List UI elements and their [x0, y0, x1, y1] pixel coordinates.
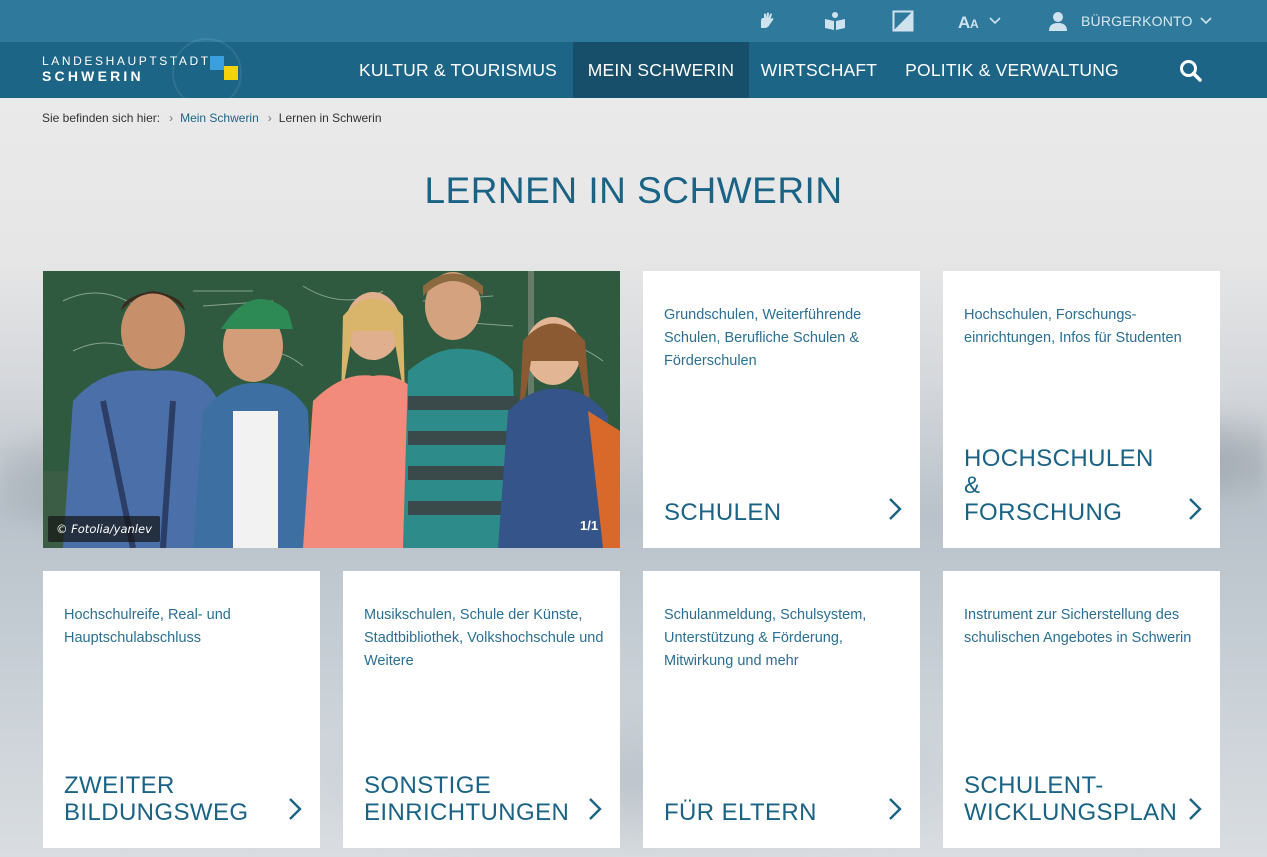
- account-label: BÜRGERKONTO: [1081, 13, 1193, 29]
- page-title: LERNEN IN SCHWERIN: [424, 170, 843, 211]
- nav-item-kultur-tourismus[interactable]: KULTUR & TOURISMUS: [345, 42, 571, 98]
- svg-text:A: A: [970, 17, 979, 31]
- nav-item-mein-schwerin[interactable]: MEIN SCHWERIN: [573, 42, 749, 98]
- nav-item-wirtschaft[interactable]: WIRTSCHAFT: [751, 42, 887, 98]
- chevron-right-icon: [289, 798, 302, 820]
- card-hochschulen-forschung[interactable]: Hochschulen, Forschungs-einrichtungen, I…: [943, 271, 1220, 548]
- easy-read-icon[interactable]: [822, 0, 848, 42]
- utility-bar: AA BÜRGERKONTO: [0, 0, 1267, 42]
- site-logo[interactable]: LANDESHAUPTSTADT SCHWERIN: [42, 38, 252, 108]
- chevron-right-icon: ›: [169, 111, 174, 125]
- card-description: Grundschulen, Weiterführende Schulen, Be…: [664, 307, 862, 369]
- card-description: Musikschulen, Schule der Künste, Stadtbi…: [364, 607, 604, 669]
- card-description: Hochschulen, Forschungs-einrichtungen, I…: [964, 307, 1182, 346]
- breadcrumb-link-mein-schwerin[interactable]: Mein Schwerin: [180, 111, 259, 125]
- card-title: SCHULEN: [664, 499, 782, 526]
- chevron-right-icon: ›: [267, 111, 272, 125]
- card-title: SCHULENT- WICKLUNGSPLAN: [964, 772, 1178, 826]
- breadcrumb-prefix: Sie befinden sich hier:: [42, 111, 161, 125]
- logo-line-1: LANDESHAUPTSTADT: [42, 54, 211, 68]
- logo-mark-icon: [210, 56, 238, 80]
- card-schulen[interactable]: Grundschulen, Weiterführende Schulen, Be…: [643, 271, 920, 548]
- search-icon[interactable]: [1176, 56, 1206, 86]
- account-menu[interactable]: BÜRGERKONTO: [1047, 0, 1213, 42]
- svg-text:A: A: [958, 13, 970, 31]
- card-sonstige-einrichtungen[interactable]: Musikschulen, Schule der Künste, Stadtbi…: [343, 571, 620, 848]
- card-description: Schulanmeldung, Schulsystem, Unterstützu…: [664, 607, 867, 669]
- card-title: SONSTIGE EINRICHTUNGEN: [364, 772, 570, 826]
- chevron-right-icon: [889, 498, 902, 520]
- slide-counter: 1/1: [580, 518, 599, 533]
- nav-item-politik-verwaltung[interactable]: POLITIK & VERWALTUNG: [889, 42, 1135, 98]
- card-title: ZWEITER BILDUNGSWEG: [64, 772, 249, 826]
- chevron-right-icon: [1189, 498, 1202, 520]
- card-title: HOCHSCHULEN & FORSCHUNG: [964, 445, 1154, 526]
- chevron-right-icon: [1189, 798, 1202, 820]
- hero-image: [43, 271, 620, 548]
- card-zweiter-bildungsweg[interactable]: Hochschulreife, Real- und Hauptschulabsc…: [43, 571, 320, 848]
- chevron-right-icon: [589, 798, 602, 820]
- contrast-icon[interactable]: [892, 0, 914, 42]
- main-navigation: LANDESHAUPTSTADT SCHWERIN KULTUR & TOURI…: [0, 38, 1267, 108]
- chevron-down-icon: [1200, 17, 1212, 25]
- image-credit: © Fotolia/yanlev: [48, 516, 160, 542]
- chevron-down-icon[interactable]: [988, 0, 1002, 42]
- card-description: Instrument zur Sicherstellung des schuli…: [964, 607, 1192, 646]
- breadcrumb: Sie befinden sich hier: › Mein Schwerin …: [42, 111, 382, 125]
- card-description: Hochschulreife, Real- und Hauptschulabsc…: [64, 607, 231, 646]
- font-size-icon[interactable]: AA: [958, 0, 982, 42]
- sign-language-icon[interactable]: [757, 0, 779, 42]
- breadcrumb-current: Lernen in Schwerin: [278, 111, 382, 125]
- card-schulentwicklungsplan[interactable]: Instrument zur Sicherstellung des schuli…: [943, 571, 1220, 848]
- card-title: FÜR ELTERN: [664, 799, 817, 826]
- user-icon: [1049, 12, 1067, 31]
- logo-line-2: SCHWERIN: [42, 68, 144, 84]
- chevron-right-icon: [889, 798, 902, 820]
- card-fuer-eltern[interactable]: Schulanmeldung, Schulsystem, Unterstützu…: [643, 571, 920, 848]
